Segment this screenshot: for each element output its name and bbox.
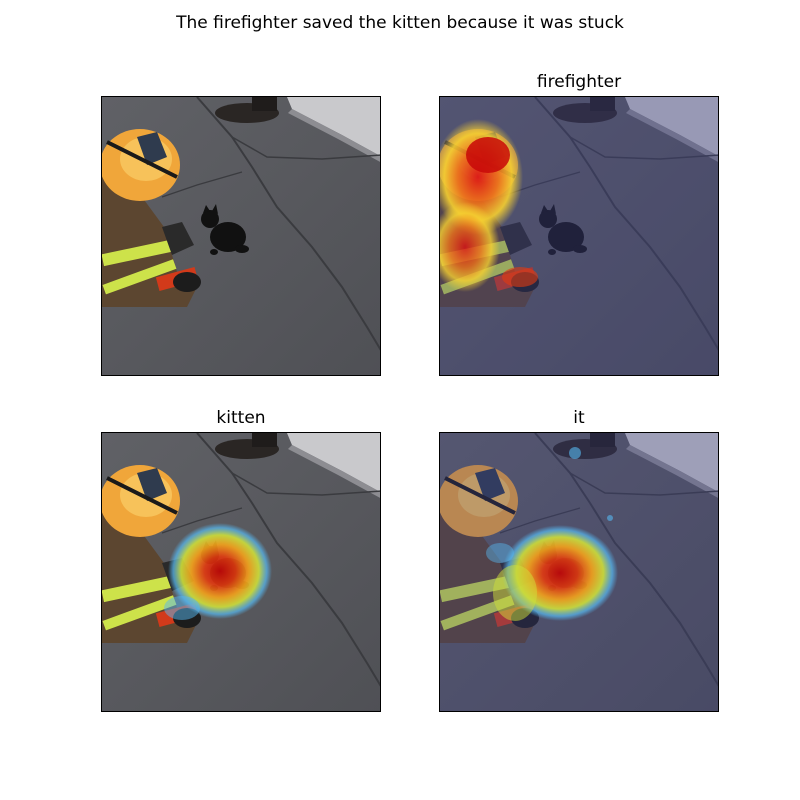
- firefighter-heatmap: [440, 97, 718, 375]
- panel-title-firefighter: firefighter: [536, 72, 622, 92]
- it-heatmap: [440, 433, 718, 711]
- kitten-heatmap: [102, 433, 380, 711]
- panel-title-kitten: kitten: [216, 408, 266, 428]
- kitten-heatmap-panel: [101, 432, 381, 712]
- original-image-panel: [101, 96, 381, 376]
- panel-title-it: it: [573, 408, 585, 428]
- figure-title: The firefighter saved the kitten because…: [176, 13, 624, 33]
- original-photo: [102, 97, 380, 375]
- it-heatmap-panel: [439, 432, 719, 712]
- firefighter-heatmap-panel: [439, 96, 719, 376]
